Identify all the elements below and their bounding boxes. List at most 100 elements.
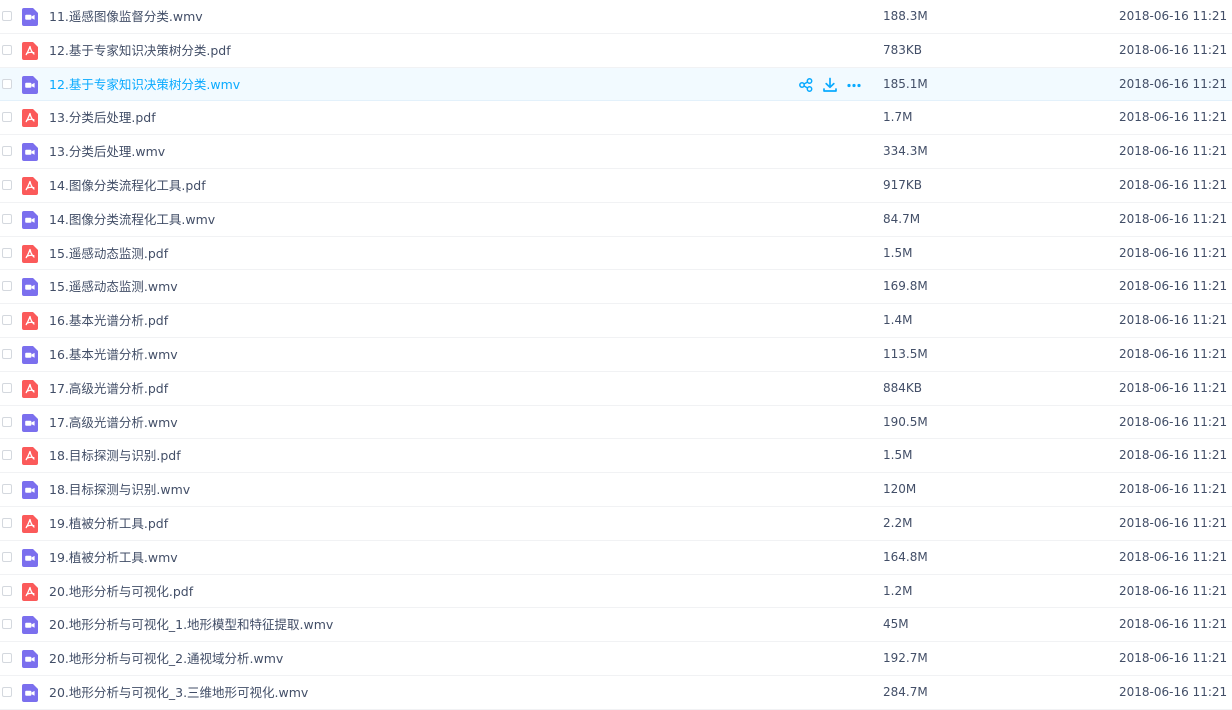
- row-checkbox[interactable]: [2, 349, 12, 359]
- row-checkbox[interactable]: [2, 281, 12, 292]
- video-file-icon: [22, 616, 38, 635]
- row-checkbox[interactable]: [2, 585, 12, 596]
- file-date: 2018-06-16 11:21: [1119, 110, 1228, 125]
- file-date: 2018-06-16 11:21: [1119, 685, 1228, 699]
- file-row[interactable]: 19.植被分析工具.pdf 2.2M 2018-06-16 11:21: [0, 507, 1232, 541]
- file-row[interactable]: 20.地形分析与可视化_3.三维地形可视化.wmv 284.7M 2018-06…: [0, 676, 1232, 710]
- row-checkbox[interactable]: [2, 551, 12, 562]
- file-row[interactable]: 20.地形分析与可视化_2.通视域分析.wmv 192.7M 2018-06-1…: [0, 642, 1232, 676]
- file-row[interactable]: 11.遥感图像监督分类.wmv 188.3M 2018-06-16 11:21: [0, 0, 1232, 34]
- video-file-icon: [22, 75, 38, 94]
- file-size: 2.2M: [883, 516, 913, 530]
- row-checkbox[interactable]: [2, 653, 12, 664]
- file-row[interactable]: 20.地形分析与可视化.pdf 1.2M 2018-06-16 11:21: [0, 574, 1232, 609]
- file-name[interactable]: 17.高级光谱分析.wmv: [49, 406, 178, 439]
- row-checkbox[interactable]: [2, 146, 12, 157]
- file-row[interactable]: 17.高级光谱分析.wmv 190.5M 2018-06-16 11:21: [0, 405, 1232, 440]
- file-date: 2018-06-16 11:21: [1119, 549, 1228, 564]
- file-name[interactable]: 14.图像分类流程化工具.pdf: [49, 169, 206, 202]
- pdf-file-icon: [22, 109, 38, 128]
- file-name[interactable]: 19.植被分析工具.pdf: [49, 507, 168, 540]
- file-name[interactable]: 15.遥感动态监测.pdf: [49, 237, 168, 270]
- file-row[interactable]: 14.图像分类流程化工具.wmv 84.7M 2018-06-16 11:21: [0, 202, 1232, 237]
- file-row[interactable]: 15.遥感动态监测.wmv 169.8M 2018-06-16 11:21: [0, 270, 1232, 305]
- file-size: 284.7M: [883, 685, 928, 699]
- file-row[interactable]: 13.分类后处理.wmv 334.3M 2018-06-16 11:21: [0, 135, 1232, 169]
- file-row[interactable]: 18.目标探测与识别.pdf 1.5M 2018-06-16 11:21: [0, 439, 1232, 474]
- file-name[interactable]: 16.基本光谱分析.pdf: [49, 304, 168, 337]
- row-checkbox[interactable]: [2, 247, 12, 258]
- row-checkbox[interactable]: [2, 484, 12, 495]
- file-name[interactable]: 12.基于专家知识决策树分类.pdf: [49, 34, 231, 67]
- file-row[interactable]: 14.图像分类流程化工具.pdf 917KB 2018-06-16 11:21: [0, 169, 1232, 203]
- row-checkbox[interactable]: [2, 11, 12, 21]
- video-file-icon: [22, 548, 38, 567]
- file-size: 164.8M: [883, 549, 928, 564]
- file-size: 120M: [883, 482, 917, 497]
- file-size: 334.3M: [883, 144, 928, 159]
- file-date: 2018-06-16 11:21: [1119, 76, 1228, 91]
- row-checkbox[interactable]: [2, 315, 12, 326]
- pdf-file-icon: [22, 244, 38, 263]
- download-icon[interactable]: [822, 77, 838, 93]
- file-name[interactable]: 18.目标探测与识别.pdf: [49, 439, 181, 472]
- row-checkbox[interactable]: [2, 44, 12, 55]
- file-name[interactable]: 13.分类后处理.pdf: [49, 101, 156, 134]
- file-date: 2018-06-16 11:21: [1119, 482, 1228, 497]
- file-name[interactable]: 19.植被分析工具.wmv: [49, 541, 178, 574]
- file-row[interactable]: 19.植被分析工具.wmv 164.8M 2018-06-16 11:21: [0, 540, 1232, 575]
- file-size: 188.3M: [883, 9, 928, 23]
- more-icon[interactable]: [846, 77, 862, 93]
- share-icon[interactable]: [798, 77, 814, 93]
- pdf-file-icon: [22, 312, 38, 331]
- pdf-file-icon: [22, 447, 38, 466]
- file-date: 2018-06-16 11:21: [1119, 279, 1228, 294]
- file-row[interactable]: 20.地形分析与可视化_1.地形模型和特征提取.wmv 45M 2018-06-…: [0, 608, 1232, 643]
- file-name[interactable]: 20.地形分析与可视化_2.通视域分析.wmv: [49, 642, 283, 675]
- video-file-icon: [22, 8, 38, 26]
- file-row[interactable]: 18.目标探测与识别.wmv 120M 2018-06-16 11:21: [0, 473, 1232, 507]
- file-size: 192.7M: [883, 651, 928, 666]
- row-checkbox[interactable]: [2, 450, 12, 461]
- row-checkbox[interactable]: [2, 112, 12, 123]
- pdf-file-icon: [22, 582, 38, 601]
- video-file-icon: [22, 684, 38, 702]
- file-size: 1.5M: [883, 448, 913, 463]
- row-checkbox[interactable]: [2, 518, 12, 528]
- row-checkbox[interactable]: [2, 382, 12, 393]
- video-file-icon: [22, 143, 38, 162]
- file-size: 84.7M: [883, 211, 921, 226]
- file-row[interactable]: 12.基于专家知识决策树分类.wmv 185.1M 2018-06-16 11:…: [0, 67, 1232, 102]
- file-name[interactable]: 20.地形分析与可视化_3.三维地形可视化.wmv: [49, 676, 308, 709]
- pdf-file-icon: [22, 177, 38, 195]
- row-checkbox[interactable]: [2, 416, 12, 427]
- file-row[interactable]: 13.分类后处理.pdf 1.7M 2018-06-16 11:21: [0, 101, 1232, 136]
- file-name[interactable]: 20.地形分析与可视化_1.地形模型和特征提取.wmv: [49, 608, 333, 641]
- file-name[interactable]: 16.基本光谱分析.wmv: [49, 338, 178, 371]
- file-size: 884KB: [883, 380, 923, 395]
- file-row[interactable]: 17.高级光谱分析.pdf 884KB 2018-06-16 11:21: [0, 371, 1232, 406]
- pdf-file-icon: [22, 379, 38, 398]
- pdf-file-icon: [22, 515, 38, 533]
- file-name[interactable]: 12.基于专家知识决策树分类.wmv: [49, 68, 240, 101]
- file-name[interactable]: 17.高级光谱分析.pdf: [49, 372, 168, 405]
- row-checkbox[interactable]: [2, 78, 12, 89]
- file-row[interactable]: 12.基于专家知识决策树分类.pdf 783KB 2018-06-16 11:2…: [0, 33, 1232, 68]
- file-name[interactable]: 18.目标探测与识别.wmv: [49, 473, 190, 506]
- video-file-icon: [22, 278, 38, 297]
- file-name[interactable]: 13.分类后处理.wmv: [49, 135, 165, 168]
- file-date: 2018-06-16 11:21: [1119, 583, 1228, 598]
- file-name[interactable]: 11.遥感图像监督分类.wmv: [49, 0, 203, 33]
- file-name[interactable]: 15.遥感动态监测.wmv: [49, 270, 178, 303]
- row-checkbox[interactable]: [2, 213, 12, 224]
- file-date: 2018-06-16 11:21: [1119, 448, 1228, 463]
- file-row[interactable]: 16.基本光谱分析.wmv 113.5M 2018-06-16 11:21: [0, 338, 1232, 372]
- file-row[interactable]: 16.基本光谱分析.pdf 1.4M 2018-06-16 11:21: [0, 304, 1232, 338]
- file-row[interactable]: 15.遥感动态监测.pdf 1.5M 2018-06-16 11:21: [0, 236, 1232, 271]
- row-checkbox[interactable]: [2, 619, 12, 630]
- file-size: 1.5M: [883, 245, 913, 260]
- file-name[interactable]: 14.图像分类流程化工具.wmv: [49, 203, 215, 236]
- row-checkbox[interactable]: [2, 180, 12, 190]
- row-checkbox[interactable]: [2, 687, 12, 697]
- file-name[interactable]: 20.地形分析与可视化.pdf: [49, 575, 193, 608]
